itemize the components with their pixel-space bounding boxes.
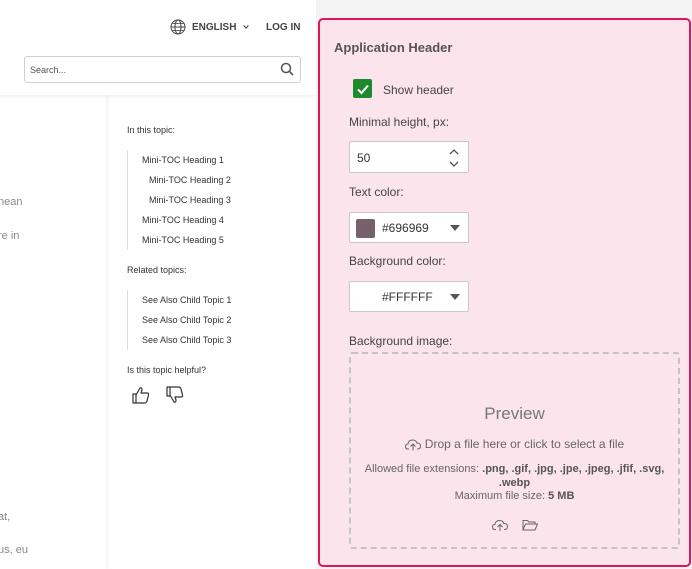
toc-item[interactable]: Mini-TOC Heading 4 — [142, 215, 224, 225]
extensions-label: Allowed file extensions: — [364, 463, 483, 475]
spinner-icon[interactable] — [448, 147, 460, 169]
globe-icon — [170, 19, 186, 35]
max-size-label: Maximum file size: — [454, 490, 549, 502]
language-label: ENGLISH — [192, 21, 237, 33]
cloud-upload-icon — [404, 438, 421, 450]
text-color-swatch — [356, 219, 375, 238]
toc-item[interactable]: Mini-TOC Heading 1 — [142, 155, 224, 165]
chevron-down-icon — [243, 25, 250, 30]
extensions-values: .png, .gif, .jpg, .jpe, .jpeg, .jfif, .s… — [482, 463, 665, 489]
drop-text: Drop a file here or click to select a fi… — [424, 437, 625, 451]
search-icon[interactable] — [280, 62, 294, 76]
site-preview: ENGLISH LOG IN nean re in at, l us, eu I… — [0, 0, 316, 569]
search-box — [24, 56, 301, 83]
text-color-picker[interactable]: #696969 — [349, 212, 469, 243]
related-list — [127, 290, 128, 350]
max-size-value: 5 MB — [548, 490, 575, 502]
article-content — [0, 95, 106, 569]
bg-color-swatch — [356, 288, 375, 307]
related-item[interactable]: See Also Child Topic 1 — [142, 295, 231, 305]
bg-color-picker[interactable]: #FFFFFF — [349, 281, 469, 312]
language-selector[interactable]: ENGLISH — [170, 19, 250, 35]
login-link[interactable]: LOG IN — [266, 22, 300, 33]
dropzone-preview: Preview — [484, 404, 545, 423]
caret-down-icon — [450, 225, 460, 231]
folder-open-icon[interactable] — [521, 518, 538, 532]
min-height-label: Minimal height, px: — [349, 115, 450, 129]
min-height-value: 50 — [357, 151, 371, 165]
text-color-label: Text color: — [349, 185, 404, 199]
toc-title: In this topic: — [127, 125, 176, 135]
text-color-value: #696969 — [382, 221, 429, 235]
related-title: Related topics: — [127, 265, 187, 275]
related-item[interactable]: See Also Child Topic 3 — [142, 335, 231, 345]
checkmark-icon — [356, 84, 369, 94]
site-header: ENGLISH LOG IN — [0, 0, 316, 95]
toc-list — [127, 150, 128, 250]
show-header-checkbox[interactable] — [353, 79, 372, 98]
feedback-buttons — [131, 385, 185, 405]
min-height-input[interactable]: 50 — [349, 141, 469, 173]
application-header-panel: Application Header Show header Minimal h… — [318, 18, 691, 567]
search-input[interactable] — [25, 57, 265, 82]
show-header-label[interactable]: Show header — [383, 83, 454, 97]
helpful-title: Is this topic helpful? — [127, 365, 207, 375]
panel-title: Application Header — [334, 40, 453, 55]
dropzone-extensions: Allowed file extensions: .png, .gif, .jp… — [351, 462, 678, 490]
thumbs-down-icon[interactable] — [165, 385, 185, 405]
dropzone-max-size: Maximum file size: 5 MB — [351, 490, 678, 502]
content-fragment: us, eu — [0, 544, 28, 556]
thumbs-up-icon[interactable] — [131, 385, 151, 405]
dropzone-drop-text: Drop a file here or click to select a fi… — [351, 437, 678, 451]
bg-image-dropzone[interactable]: Preview Drop a file here or click to sel… — [349, 352, 680, 549]
bg-color-value: #FFFFFF — [382, 290, 433, 304]
content-fragment: nean — [0, 196, 23, 208]
bg-image-label: Background image: — [349, 334, 453, 348]
toc-item[interactable]: Mini-TOC Heading 2 — [149, 175, 231, 185]
toc-item[interactable]: Mini-TOC Heading 5 — [142, 235, 224, 245]
upload-icon[interactable] — [491, 518, 508, 532]
content-fragment: at, — [0, 511, 11, 523]
related-item[interactable]: See Also Child Topic 2 — [142, 315, 231, 325]
toc-item[interactable]: Mini-TOC Heading 3 — [149, 195, 231, 205]
caret-down-icon — [450, 294, 460, 300]
bg-color-label: Background color: — [349, 254, 446, 268]
content-fragment: re in — [0, 230, 20, 242]
dropzone-actions — [351, 518, 678, 532]
